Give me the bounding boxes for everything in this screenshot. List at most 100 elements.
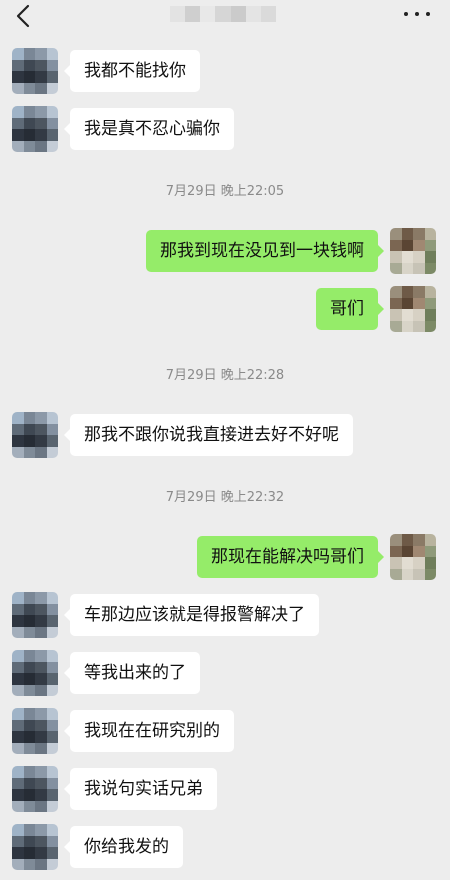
- chevron-left-icon[interactable]: [12, 3, 36, 29]
- avatar-pixel: [390, 545, 402, 557]
- message-bubble[interactable]: 那我不跟你说我直接进去好不好呢: [64, 414, 353, 456]
- avatar-pixel: [35, 650, 47, 662]
- message-bubble[interactable]: 那现在能解决吗哥们: [197, 536, 384, 578]
- avatar-pixel: [23, 673, 35, 685]
- avatar-pixel: [35, 684, 47, 696]
- avatar-pixel: [413, 239, 425, 251]
- avatar-pixel: [35, 858, 47, 870]
- avatar-pixel: [35, 423, 47, 435]
- avatar-pixel: [12, 742, 24, 754]
- avatar-pixel: [23, 684, 35, 696]
- avatar-pixel: [12, 719, 24, 731]
- avatar-pixel: [12, 412, 24, 424]
- message-bubble[interactable]: 车那边应该就是得报警解决了: [64, 594, 319, 636]
- avatar-pixel: [413, 534, 425, 546]
- contact-avatar[interactable]: [12, 592, 58, 638]
- avatar-pixel: [46, 446, 58, 458]
- contact-avatar[interactable]: [12, 106, 58, 152]
- avatar-pixel: [23, 742, 35, 754]
- contact-avatar[interactable]: [12, 412, 58, 458]
- avatar-pixel: [424, 262, 436, 274]
- avatar-pixel: [424, 545, 436, 557]
- avatar-pixel: [424, 557, 436, 569]
- avatar-pixel: [35, 719, 47, 731]
- avatar-pixel: [46, 766, 58, 778]
- avatar-pixel: [413, 251, 425, 263]
- avatar-pixel: [46, 71, 58, 83]
- contact-avatar[interactable]: [12, 824, 58, 870]
- incoming-message: 你给我发的: [0, 824, 450, 870]
- avatar-pixel: [23, 117, 35, 129]
- incoming-message: 等我出来的了: [0, 650, 450, 696]
- avatar-pixel: [35, 603, 47, 615]
- avatar-pixel: [35, 71, 47, 83]
- avatar-pixel: [12, 731, 24, 743]
- avatar-pixel: [35, 708, 47, 720]
- avatar-pixel: [46, 858, 58, 870]
- avatar-pixel: [23, 106, 35, 118]
- message-bubble[interactable]: 我现在在研究别的: [64, 710, 234, 752]
- avatar-pixel: [12, 82, 24, 94]
- incoming-message: 我现在在研究别的: [0, 708, 450, 754]
- avatar-pixel: [390, 251, 402, 263]
- avatar-pixel: [12, 59, 24, 71]
- avatar-pixel: [46, 719, 58, 731]
- avatar-pixel: [35, 777, 47, 789]
- avatar-pixel: [46, 847, 58, 859]
- contact-avatar[interactable]: [12, 708, 58, 754]
- avatar-pixel: [390, 568, 402, 580]
- contact-avatar[interactable]: [12, 48, 58, 94]
- avatar-pixel: [401, 568, 413, 580]
- message-bubble[interactable]: 哥们: [316, 288, 384, 330]
- avatar-pixel: [35, 59, 47, 71]
- avatar-pixel: [12, 129, 24, 141]
- avatar-pixel: [35, 446, 47, 458]
- message-bubble[interactable]: 那我到现在没见到一块钱啊: [146, 230, 384, 272]
- avatar-pixel: [424, 320, 436, 332]
- avatar-pixel: [23, 650, 35, 662]
- avatar-pixel: [46, 48, 58, 60]
- avatar-pixel: [413, 228, 425, 240]
- avatar-pixel: [23, 446, 35, 458]
- avatar-pixel: [23, 789, 35, 801]
- message-bubble[interactable]: 我都不能找你: [64, 50, 200, 92]
- avatar-pixel: [35, 82, 47, 94]
- avatar-pixel: [46, 423, 58, 435]
- avatar-pixel: [390, 557, 402, 569]
- avatar-pixel: [46, 777, 58, 789]
- avatar-pixel: [12, 650, 24, 662]
- avatar-pixel: [413, 320, 425, 332]
- avatar-pixel: [23, 661, 35, 673]
- avatar-pixel: [23, 129, 35, 141]
- contact-avatar[interactable]: [12, 766, 58, 812]
- avatar-pixel: [23, 824, 35, 836]
- avatar-pixel: [12, 661, 24, 673]
- my-avatar[interactable]: [390, 534, 436, 580]
- more-dots-icon[interactable]: [404, 4, 430, 24]
- avatar-pixel: [12, 626, 24, 638]
- avatar-pixel: [424, 534, 436, 546]
- message-bubble[interactable]: 等我出来的了: [64, 652, 200, 694]
- message-bubble[interactable]: 我是真不忍心骗你: [64, 108, 234, 150]
- contact-avatar[interactable]: [12, 650, 58, 696]
- avatar-pixel: [12, 847, 24, 859]
- avatar-pixel: [46, 835, 58, 847]
- avatar-pixel: [35, 48, 47, 60]
- message-bubble[interactable]: 我说句实话兄弟: [64, 768, 217, 810]
- avatar-pixel: [12, 117, 24, 129]
- avatar-pixel: [12, 800, 24, 812]
- timestamp: 7月29日 晚上22:05: [165, 184, 285, 199]
- avatar-pixel: [12, 603, 24, 615]
- avatar-pixel: [12, 766, 24, 778]
- my-avatar[interactable]: [390, 228, 436, 274]
- message-bubble[interactable]: 你给我发的: [64, 826, 183, 868]
- my-avatar[interactable]: [390, 286, 436, 332]
- avatar-pixel: [413, 309, 425, 321]
- avatar-pixel: [413, 557, 425, 569]
- avatar-pixel: [46, 117, 58, 129]
- title-bar: [0, 0, 450, 34]
- avatar-pixel: [23, 59, 35, 71]
- avatar-pixel: [23, 777, 35, 789]
- avatar-pixel: [35, 661, 47, 673]
- avatar-pixel: [12, 684, 24, 696]
